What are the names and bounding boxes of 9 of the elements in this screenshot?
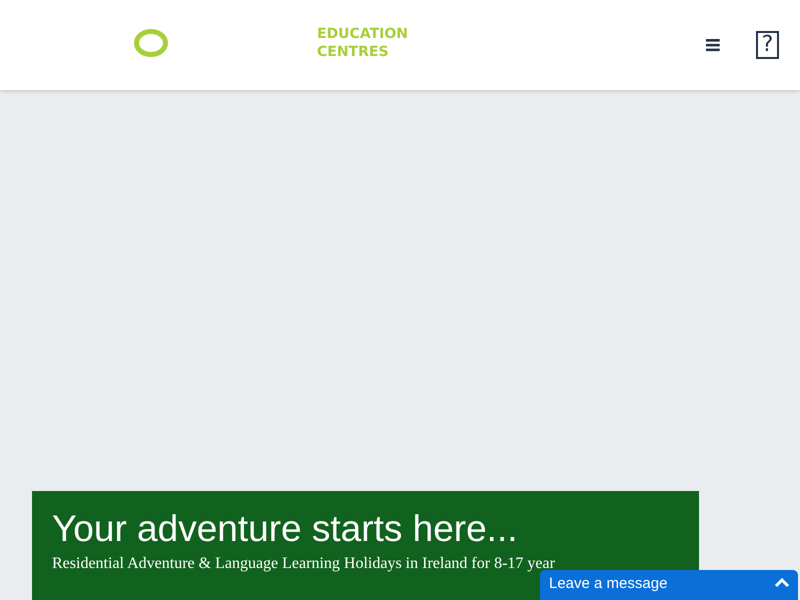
help-button[interactable]: ?	[756, 31, 779, 59]
chevron-up-icon	[774, 578, 790, 588]
hero-title: Your adventure starts here...	[52, 507, 519, 551]
ring-logo-icon[interactable]	[133, 28, 169, 58]
brand-text: CENTRES	[317, 43, 389, 61]
menu-button[interactable]: ≡	[704, 32, 722, 58]
chat-widget[interactable]: Leave a message	[540, 570, 798, 600]
brand-text: EDUCATION	[317, 25, 408, 43]
hero-subtitle: Residential Adventure & Language Learning Holidays in Ireland for 8-17 year	[52, 555, 556, 573]
